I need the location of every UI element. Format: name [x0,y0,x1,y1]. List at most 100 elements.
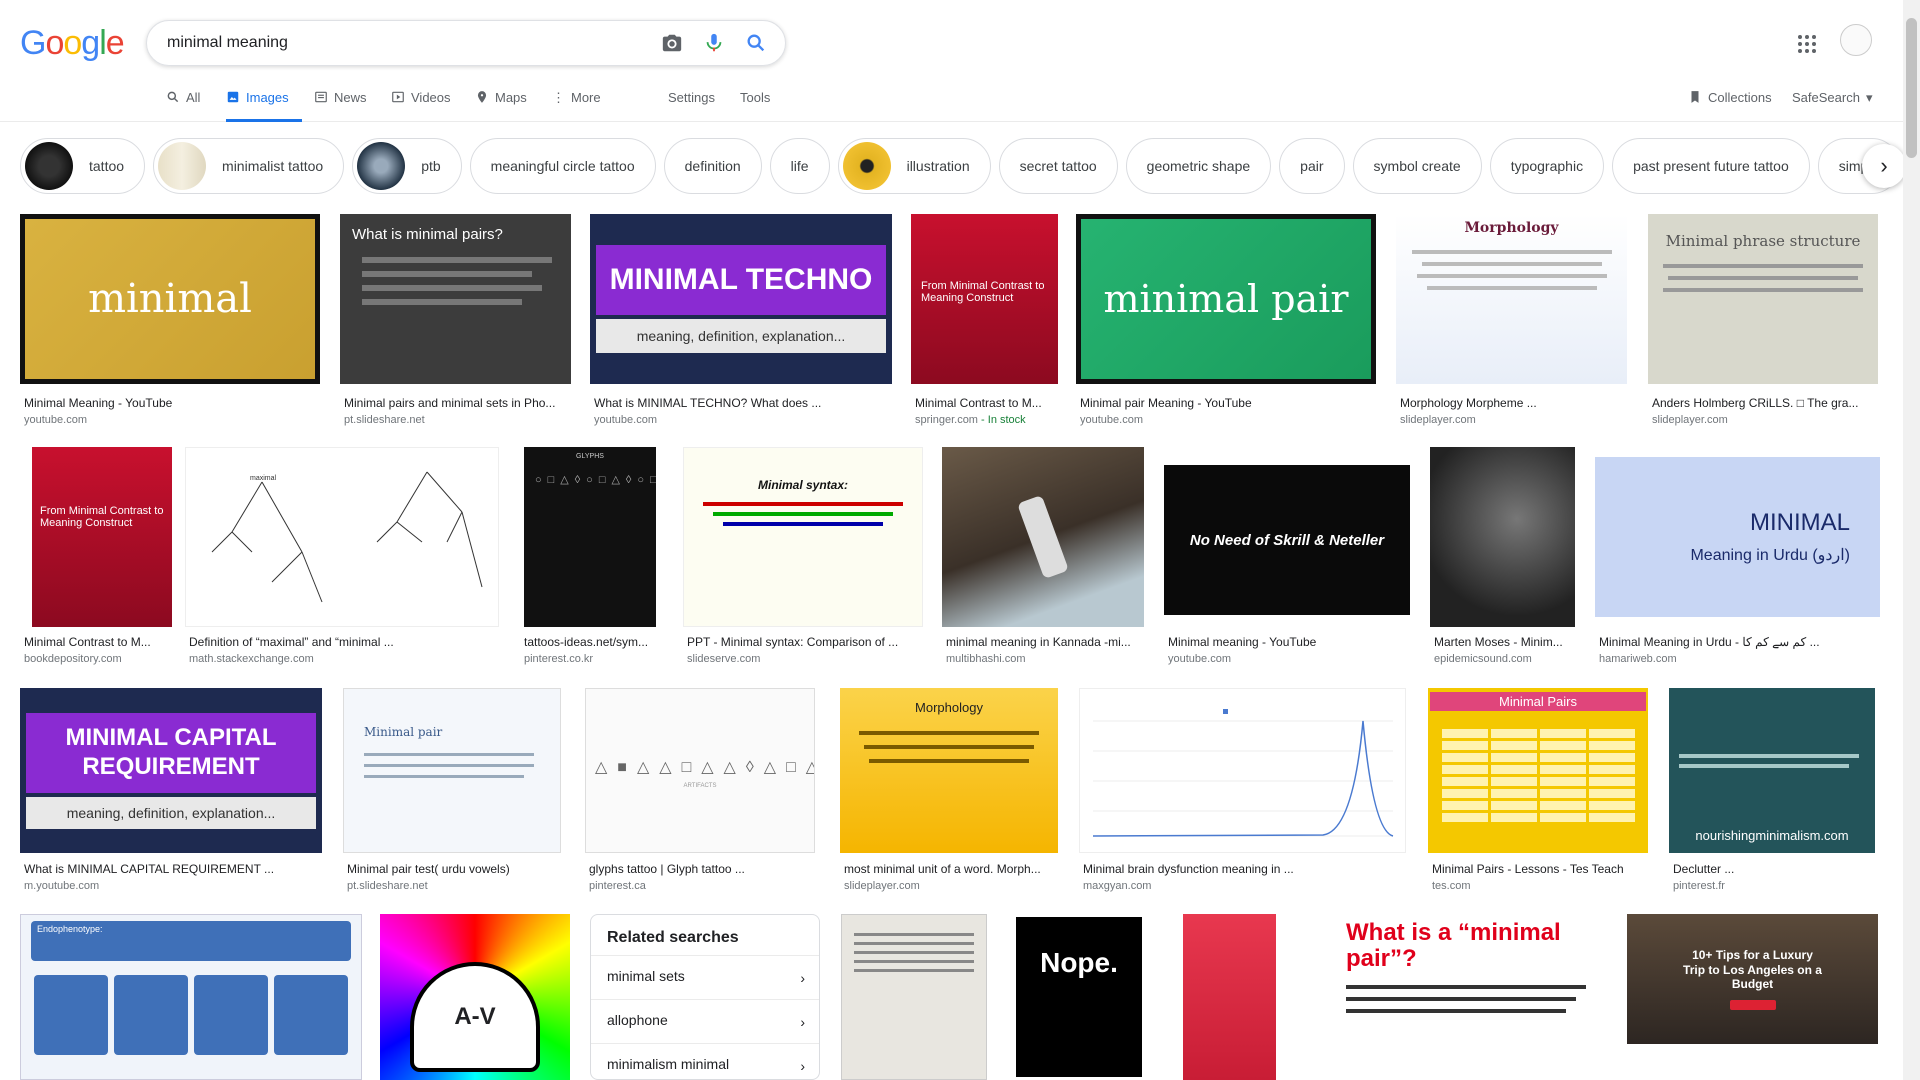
image-result[interactable]: MINIMAL TECHNO meaning, definition, expl… [590,214,892,430]
tab-tools[interactable]: Tools [740,90,770,122]
result-source[interactable]: math.stackexchange.com [189,653,314,665]
result-title[interactable]: Minimal Meaning - YouTube [24,396,320,410]
image-result[interactable]: maximal Definition of “maximal” and “min… [185,447,499,667]
tab-maps[interactable]: Maps [475,90,527,122]
tab-all[interactable]: All [166,90,200,122]
result-source[interactable]: m.youtube.com [24,880,99,892]
image-result[interactable]: GLYPHS ○□△◊○□△◊○□△◊○□△◊○□△◊○□△◊ tattoos-… [520,447,658,667]
result-thumbnail[interactable]: GLYPHS ○□△◊○□△◊○□△◊○□△◊○□△◊○□△◊ [524,447,656,627]
image-result[interactable]: MINIMAL Meaning in Urdu (اردو) Minimal M… [1595,447,1880,667]
chip-symbol-create[interactable]: symbol create [1352,138,1482,194]
image-result[interactable]: Minimal phrase structure Anders Holmberg… [1648,214,1878,430]
result-thumbnail[interactable]: From Minimal Contrast to Meaning Constru… [911,214,1058,384]
image-result[interactable]: From Minimal Contrast to Meaning Constru… [911,214,1058,430]
camera-icon[interactable] [661,32,683,54]
image-result[interactable]: minimal meaning in Kannada -mi... multib… [942,447,1144,667]
chip-past-present-future-tattoo[interactable]: past present future tattoo [1612,138,1810,194]
result-source[interactable]: springer.com - In stock [915,414,1026,426]
result-thumbnail[interactable]: Minimal Pairs [1428,688,1648,853]
image-result[interactable]: MINIMAL CAPITAL REQUIREMENT meaning, def… [20,688,322,898]
result-source[interactable]: youtube.com [594,414,657,426]
result-thumbnail[interactable]: No Need of Skrill & Neteller [1164,465,1410,615]
related-search-item[interactable]: minimalism minimal › [591,1043,819,1079]
result-thumbnail[interactable]: Minimal pair [343,688,561,853]
image-result[interactable] [1183,914,1276,1080]
result-thumbnail[interactable]: minimal [20,214,320,384]
tab-more[interactable]: ⋮ More [552,90,601,122]
result-thumbnail[interactable]: From Minimal Contrast to Meaning Constru… [32,447,172,627]
result-thumbnail[interactable]: Minimal phrase structure [1648,214,1878,384]
result-title[interactable]: Definition of “maximal” and “minimal ... [189,635,489,649]
chip-ptb[interactable]: ptb [352,138,462,194]
result-thumbnail[interactable]: MINIMAL CAPITAL REQUIREMENT meaning, def… [20,688,322,853]
result-thumbnail[interactable]: What is a “minimal pair”? [1340,914,1607,1080]
result-title[interactable]: PPT - Minimal syntax: Comparison of ... [687,635,923,649]
result-source[interactable]: hamariweb.com [1599,653,1677,665]
result-source[interactable]: pt.slideshare.net [347,880,428,892]
image-result[interactable] [841,914,987,1080]
microphone-icon[interactable] [703,32,725,54]
result-thumbnail[interactable] [942,447,1144,627]
result-thumbnail[interactable]: maximal [185,447,499,627]
result-source[interactable]: youtube.com [1168,653,1231,665]
result-thumbnail[interactable] [1430,447,1575,627]
chip-life[interactable]: life [769,138,830,194]
result-thumbnail[interactable]: Morphology [1396,214,1627,384]
result-thumbnail[interactable]: MINIMAL TECHNO meaning, definition, expl… [590,214,892,384]
result-source[interactable]: slideplayer.com [1652,414,1728,426]
tab-settings[interactable]: Settings [668,90,715,122]
collections-link[interactable]: Collections [1688,90,1772,105]
search-box[interactable]: minimal meaning [146,20,786,66]
result-thumbnail[interactable] [1079,688,1406,853]
image-result[interactable]: No Need of Skrill & Neteller Minimal mea… [1164,447,1410,667]
image-result[interactable]: minimal pair Minimal pair Meaning - YouT… [1076,214,1376,430]
result-title[interactable]: Minimal Pairs - Lessons - Tes Teach [1432,862,1648,876]
chip-tattoo[interactable]: tattoo [20,138,146,194]
image-result[interactable]: What is minimal pairs? Minimal pairs and… [340,214,571,430]
result-title[interactable]: What is MINIMAL TECHNO? What does ... [594,396,892,410]
image-result[interactable]: Minimal pair Minimal pair test( urdu vow… [343,688,561,898]
result-thumbnail[interactable] [841,914,987,1080]
image-result[interactable]: Minimal brain dysfunction meaning in ...… [1079,688,1406,898]
result-title[interactable]: most minimal unit of a word. Morph... [844,862,1058,876]
image-result[interactable]: nourishingminimalism.com Declutter ... p… [1669,688,1877,898]
result-title[interactable]: Minimal pair test( urdu vowels) [347,862,561,876]
image-result[interactable]: Marten Moses - Minim... epidemicsound.co… [1430,447,1577,667]
related-search-item[interactable]: minimal sets › [591,955,819,999]
chip-typographic[interactable]: typographic [1489,138,1605,194]
chip-illustration[interactable]: illustration [837,138,991,194]
result-title[interactable]: Minimal meaning - YouTube [1168,635,1410,649]
tab-videos[interactable]: Videos [391,90,451,122]
result-source[interactable]: epidemicsound.com [1434,653,1532,665]
chip-pair[interactable]: pair [1279,138,1345,194]
image-result[interactable]: minimal Minimal Meaning - YouTube youtub… [20,214,320,430]
chip-minimalist-tattoo[interactable]: minimalist tattoo [153,138,345,194]
page-scrollbar[interactable] [1903,0,1920,1080]
result-source[interactable]: youtube.com [24,414,87,426]
result-title[interactable]: tattoos-ideas.net/sym... [524,635,658,649]
result-source[interactable]: pinterest.fr [1673,880,1725,892]
google-logo[interactable]: Google [20,24,125,63]
result-title[interactable]: Anders Holmberg CRiLLS. □ The gra... [1652,396,1878,410]
image-result[interactable]: Minimal Pairs Minimal Pairs - Lessons - … [1428,688,1648,898]
image-result[interactable]: Endophenotype: [20,914,362,1080]
chip-secret-tattoo[interactable]: secret tattoo [998,138,1118,194]
chip-geometric-shape[interactable]: geometric shape [1125,138,1272,194]
image-result[interactable]: Morphology Morphology Morpheme ... slide… [1396,214,1627,430]
chips-next-button[interactable]: › [1862,144,1906,188]
image-result[interactable]: What is a “minimal pair”? [1340,914,1607,1080]
result-source[interactable]: slideplayer.com [1400,414,1476,426]
image-result[interactable]: A-V [380,914,570,1080]
chip-definition[interactable]: definition [663,138,762,194]
result-thumbnail[interactable]: minimal pair [1076,214,1376,384]
result-source[interactable]: maxgyan.com [1083,880,1151,892]
result-thumbnail[interactable]: A-V [380,914,570,1080]
result-source[interactable]: slideplayer.com [844,880,920,892]
search-icon[interactable] [745,32,767,54]
result-source[interactable]: youtube.com [1080,414,1143,426]
image-result[interactable]: Morphology most minimal unit of a word. … [840,688,1058,898]
result-source[interactable]: bookdepository.com [24,653,122,665]
image-result[interactable]: Nope. [1006,914,1152,1080]
result-thumbnail[interactable]: What is minimal pairs? [340,214,571,384]
result-title[interactable]: Minimal Contrast to M... [24,635,164,649]
